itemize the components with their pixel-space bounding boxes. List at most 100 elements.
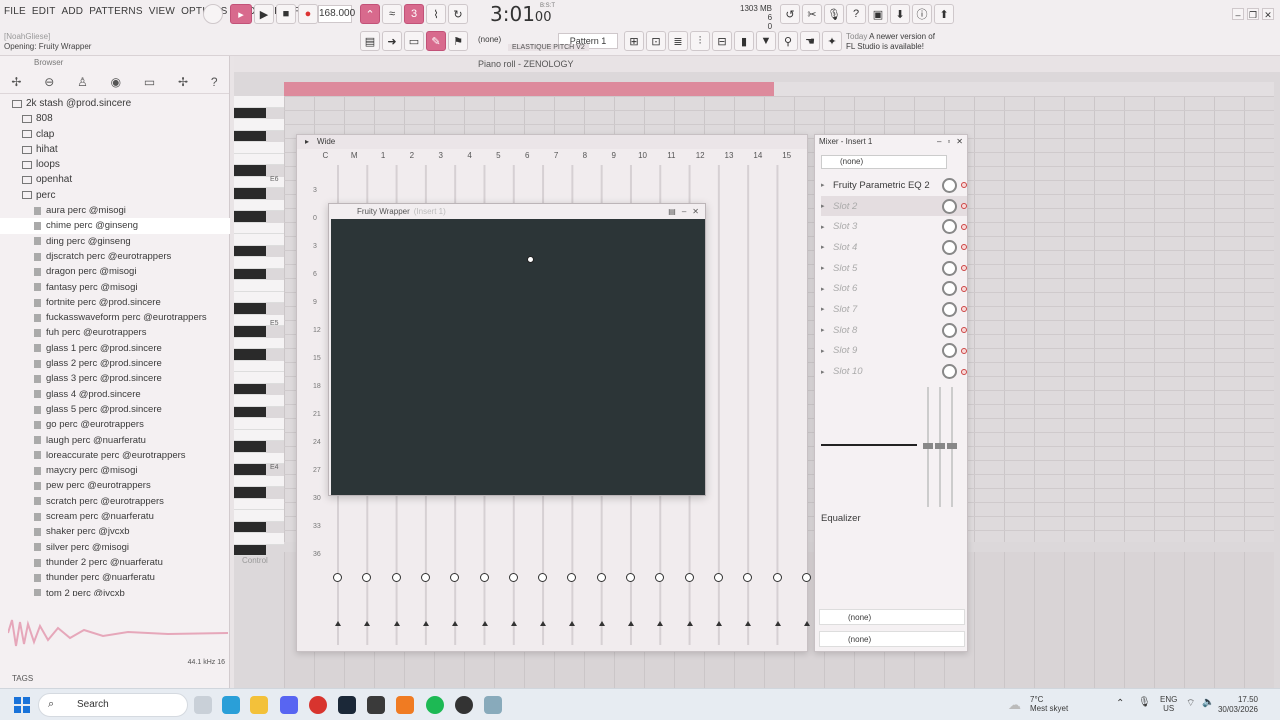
weather-widget[interactable]: 7°C Mest skyet xyxy=(1030,695,1068,713)
browser-icon[interactable]: ▮ xyxy=(734,31,754,51)
browser-file-item[interactable]: maycry perc @misogi xyxy=(0,463,230,478)
touch-icon[interactable]: ☚ xyxy=(800,31,820,51)
maximize-icon[interactable]: ▫ xyxy=(947,135,950,149)
slot-enable-led[interactable] xyxy=(961,347,967,354)
piano-key[interactable] xyxy=(234,280,284,292)
pattern-song-toggle[interactable]: ▸ xyxy=(230,4,252,24)
slot-enable-led[interactable] xyxy=(961,265,967,272)
slot-enable-led[interactable] xyxy=(961,182,967,189)
piano-key[interactable] xyxy=(234,153,284,165)
pan-knob[interactable] xyxy=(772,573,782,582)
chevron-up-icon[interactable]: ⌃ xyxy=(1116,698,1124,709)
browser-file-item[interactable]: glass 5 perc @prod.sincere xyxy=(0,402,230,417)
slot-mix-knob[interactable] xyxy=(942,219,957,235)
slot-mix-knob[interactable] xyxy=(942,343,957,359)
piano-key[interactable] xyxy=(234,291,284,303)
piano-key[interactable] xyxy=(234,349,266,361)
slot-enable-led[interactable] xyxy=(961,306,967,313)
blend-notes-button[interactable]: ⌇ xyxy=(426,4,446,24)
effect-slot[interactable]: ▸ Slot 5 xyxy=(821,258,967,279)
browser-file-item[interactable]: dragon perc @misogi xyxy=(0,264,230,279)
slot-arrow-icon[interactable]: ▸ xyxy=(821,181,829,189)
slot-mix-knob[interactable] xyxy=(942,239,957,255)
slot-enable-led[interactable] xyxy=(961,223,967,230)
eye-icon[interactable]: ◉ xyxy=(111,75,121,89)
menu-file[interactable]: FILE xyxy=(4,6,26,17)
browser-file-item[interactable]: thunder 2 perc @nuarferatu xyxy=(0,555,230,570)
opera-icon[interactable] xyxy=(309,696,327,714)
channel-rack-icon[interactable]: ≣ xyxy=(668,31,688,51)
audio-sidechain-select[interactable]: (none) xyxy=(819,631,965,647)
piano-key[interactable] xyxy=(234,107,266,119)
plugin-wrapper-header[interactable]: Fruity Wrapper (Insert 1) ▤ – ✕ xyxy=(329,204,705,220)
tags-label[interactable]: TAGS xyxy=(12,674,33,683)
piano-key[interactable] xyxy=(234,234,284,246)
menu-view[interactable]: VIEW xyxy=(149,6,175,17)
piano-key[interactable] xyxy=(234,475,284,487)
browser-file-item[interactable]: chime perc @ginseng xyxy=(0,218,230,234)
piano-key[interactable] xyxy=(234,533,284,545)
piano-key[interactable] xyxy=(234,303,266,315)
browser-file-item[interactable]: aura perc @misogi xyxy=(0,203,230,218)
view-mode-label[interactable]: Wide xyxy=(317,135,335,149)
piano-key[interactable] xyxy=(234,441,266,453)
route-arrow-icon[interactable] xyxy=(335,621,341,626)
pan-knob[interactable] xyxy=(333,573,342,582)
mic-icon[interactable]: 🎙 xyxy=(824,4,844,24)
close-icon[interactable]: ✕ xyxy=(692,204,699,220)
pan-knob[interactable] xyxy=(391,573,401,582)
route-arrow-icon[interactable] xyxy=(803,621,810,626)
piano-key[interactable] xyxy=(234,406,266,418)
route-arrow-icon[interactable] xyxy=(452,621,459,626)
piano-key[interactable] xyxy=(234,372,284,384)
wifi-icon[interactable]: ⌔ xyxy=(1186,697,1195,710)
browser-folder-clap[interactable]: clap xyxy=(0,127,230,142)
piano-key[interactable] xyxy=(234,245,266,257)
piano-key[interactable] xyxy=(234,188,266,200)
browser-root-folder[interactable]: 2k stash @prod.sincere xyxy=(0,96,230,111)
restore-icon[interactable]: ❐ xyxy=(1247,8,1259,20)
minimize-icon[interactable]: – xyxy=(1232,8,1244,20)
pan-knob[interactable] xyxy=(713,573,723,582)
add-icon[interactable]: ✢ xyxy=(178,75,188,89)
piano-key[interactable] xyxy=(234,544,266,556)
slot-enable-led[interactable] xyxy=(961,368,967,375)
effect-slot[interactable]: ▸ Slot 8 xyxy=(821,320,967,341)
piano-key[interactable] xyxy=(234,510,284,522)
timeline-ruler-rest[interactable] xyxy=(774,82,1274,96)
pan-knob[interactable] xyxy=(420,573,430,582)
slot-arrow-icon[interactable]: ▸ xyxy=(821,223,829,231)
piano-key[interactable] xyxy=(234,418,284,430)
route-arrow-icon[interactable] xyxy=(628,621,634,626)
pen-icon[interactable]: ⚲ xyxy=(778,31,798,51)
browser-folder-perc[interactable]: perc xyxy=(0,188,230,203)
save-icon[interactable]: ▣ xyxy=(868,4,888,24)
steam-icon[interactable] xyxy=(338,696,356,714)
help-icon[interactable]: ? xyxy=(846,4,866,24)
piano-key[interactable] xyxy=(234,360,284,372)
loop-record-button[interactable]: ↻ xyxy=(448,4,468,24)
slot-mix-knob[interactable] xyxy=(942,364,957,380)
browser-folder-loops[interactable]: loops xyxy=(0,157,230,172)
record-button[interactable]: ● xyxy=(298,4,318,24)
browser-file-item[interactable]: pew perc @eurotrappers xyxy=(0,478,230,493)
browser-file-item[interactable]: thunder perc @nuarferatu xyxy=(0,570,230,585)
browser-file-item[interactable]: glass 4 @prod.sincere xyxy=(0,387,230,402)
effect-slot[interactable]: ▸ Slot 6 xyxy=(821,278,967,299)
github-icon[interactable] xyxy=(455,696,473,714)
close-icon[interactable]: ✕ xyxy=(1262,8,1274,20)
browser-file-item[interactable]: glass 2 perc @prod.sincere xyxy=(0,356,230,371)
plug-icon[interactable]: ▼ xyxy=(756,31,776,51)
pan-knob[interactable] xyxy=(596,573,606,582)
piano-key[interactable] xyxy=(234,487,266,499)
wand-icon[interactable]: ✦ xyxy=(822,31,842,51)
slot-mix-knob[interactable] xyxy=(942,260,957,276)
pan-knob[interactable] xyxy=(801,573,811,582)
piano-key[interactable] xyxy=(234,268,266,280)
plugin-editor-area[interactable] xyxy=(331,219,705,495)
browser-file-item[interactable]: glass 3 perc @prod.sincere xyxy=(0,371,230,386)
browser-folder-openhat[interactable]: openhat xyxy=(0,172,230,187)
browser-file-item[interactable]: tom 2 perc @jvcxb xyxy=(0,586,230,596)
telegram-icon[interactable] xyxy=(222,696,240,714)
route-arrow-icon[interactable] xyxy=(393,621,400,626)
